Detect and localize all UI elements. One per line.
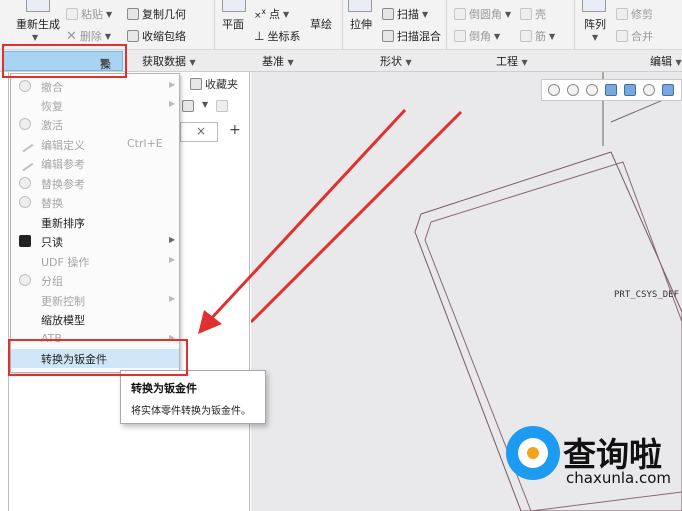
submenu-arrow-icon: ▶ — [169, 333, 176, 342]
zoom-out-icon[interactable] — [586, 84, 598, 96]
saved-views-icon[interactable] — [643, 84, 655, 96]
gear-icon — [19, 196, 31, 208]
menu-item[interactable]: 只读 ▶ — [11, 232, 179, 251]
view-toolbar — [541, 79, 682, 101]
menu-item[interactable]: 替换参考 — [11, 174, 179, 193]
view-manager-icon[interactable] — [662, 84, 674, 96]
menu-item-label: 替换 — [41, 197, 63, 210]
menu-item-label: 缩放模型 — [41, 314, 85, 327]
menu-item-shortcut: Ctrl+E — [127, 137, 163, 150]
submenu-arrow-icon: ▶ — [169, 294, 176, 303]
menu-item-label: 激活 — [41, 119, 63, 132]
group-icon — [19, 274, 31, 286]
submenu-arrow-icon: ▶ — [169, 99, 176, 108]
menu-item-label: 替换参考 — [41, 178, 85, 191]
tooltip-description: 将实体零件转换为钣金件。 — [131, 406, 251, 417]
menu-item[interactable]: 撤合 ▶ — [11, 77, 179, 96]
tooltip: 转换为钣金件 将实体零件转换为钣金件。 — [120, 370, 266, 424]
display-style-icon[interactable] — [624, 84, 636, 96]
watermark-logo-dot — [527, 447, 539, 459]
submenu-arrow-icon: ▶ — [169, 235, 176, 244]
menu-item[interactable]: 替换 — [11, 193, 179, 212]
menu-item-label: UDF 操作 — [41, 256, 90, 269]
submenu-arrow-icon: ▶ — [169, 255, 176, 264]
menu-item-label: 编辑定义 — [41, 139, 85, 152]
menu-item[interactable]: ATB ▶ — [11, 330, 179, 349]
menu-item[interactable]: 转换为钣金件 — [11, 349, 179, 368]
menu-item[interactable]: 重新排序 — [11, 213, 179, 232]
menu-item-label: 只读 — [41, 236, 63, 249]
menu-item-label: 更新控制 — [41, 295, 85, 308]
menu-item-label: 编辑参考 — [41, 158, 85, 171]
watermark-domain: chaxunla.com — [566, 469, 671, 487]
menu-item[interactable]: 分组 — [11, 271, 179, 290]
tooltip-title: 转换为钣金件 — [131, 382, 197, 395]
menu-item[interactable]: 恢复 ▶ — [11, 96, 179, 115]
menu-item-label: 撤合 — [41, 81, 63, 94]
menu-item[interactable]: 编辑参考 — [11, 154, 179, 173]
menu-item[interactable]: 激活 — [11, 115, 179, 134]
placeholder-icon — [19, 80, 31, 92]
pencil-icon — [16, 135, 34, 153]
operations-menu: 撤合 ▶ 恢复 ▶ 激活 编辑定义 Ctrl+E 编辑参考 替换参考 替换 重新排序 只读 ▶ UDF 操… — [10, 73, 180, 373]
repaint-icon[interactable] — [605, 84, 617, 96]
link-icon — [19, 177, 31, 189]
menu-item-label: 转换为钣金件 — [41, 353, 107, 366]
menu-item-label: 恢复 — [41, 100, 63, 113]
menu-item-label: ATB — [41, 332, 62, 345]
menu-item[interactable]: 更新控制 ▶ — [11, 291, 179, 310]
gear-icon — [19, 118, 31, 130]
submenu-arrow-icon: ▶ — [169, 80, 176, 89]
csys-datum-label: PRT_CSYS_DEF — [614, 290, 680, 300]
zoom-in-icon[interactable] — [567, 84, 579, 96]
menu-item[interactable]: UDF 操作 ▶ — [11, 252, 179, 271]
menu-item-label: 重新排序 — [41, 217, 85, 230]
lock-icon — [19, 235, 31, 247]
pencil-icon — [16, 154, 34, 172]
refit-icon[interactable] — [548, 84, 560, 96]
menu-item-label: 分组 — [41, 275, 63, 288]
menu-item[interactable]: 缩放模型 — [11, 310, 179, 329]
menu-item[interactable]: 编辑定义 Ctrl+E — [11, 135, 179, 154]
